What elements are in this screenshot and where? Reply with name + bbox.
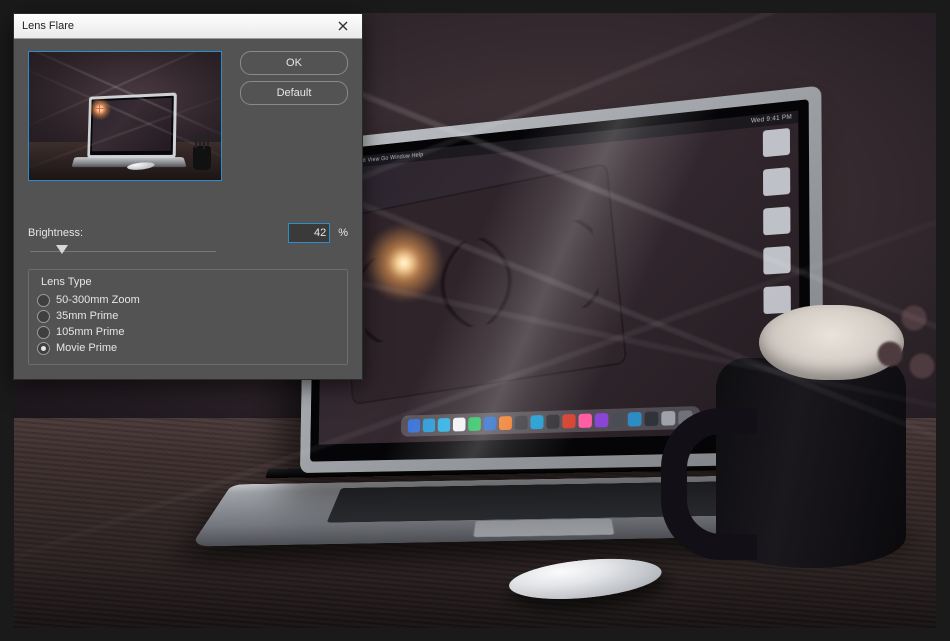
- close-icon: [338, 21, 348, 31]
- radio-icon: [37, 310, 50, 323]
- dialog-titlebar[interactable]: Lens Flare: [14, 14, 362, 39]
- lens-type-group: Lens Type 50-300mm Zoom 35mm Prime 105mm P…: [28, 269, 348, 365]
- lens-type-option[interactable]: Movie Prime: [37, 340, 339, 356]
- lens-type-option-label: 50-300mm Zoom: [56, 294, 140, 306]
- dialog-body: OK Default Brightness: % Lens Type 50-30…: [14, 39, 362, 379]
- brightness-slider-thumb[interactable]: [56, 245, 68, 254]
- laptop-trackpad: [473, 518, 615, 537]
- dialog-title: Lens Flare: [22, 20, 328, 32]
- lens-type-option[interactable]: 35mm Prime: [37, 308, 339, 324]
- brightness-slider[interactable]: [28, 245, 218, 259]
- percent-label: %: [338, 227, 348, 239]
- preview-scene: [29, 52, 221, 180]
- flare-preview[interactable]: [28, 51, 222, 181]
- brightness-label: Brightness:: [28, 227, 83, 239]
- close-button[interactable]: [328, 15, 358, 37]
- flare-center-crosshair[interactable]: [95, 104, 105, 114]
- lens-type-options: 50-300mm Zoom 35mm Prime 105mm Prime Movie …: [37, 292, 339, 356]
- lens-type-option[interactable]: 50-300mm Zoom: [37, 292, 339, 308]
- photo-plant: [866, 270, 936, 390]
- dialog-buttons: OK Default: [240, 51, 348, 105]
- lens-type-label: Lens Type: [37, 276, 96, 288]
- radio-icon: [37, 326, 50, 339]
- lens-type-option-label: 105mm Prime: [56, 326, 124, 338]
- radio-icon: [37, 342, 50, 355]
- lens-type-option-label: Movie Prime: [56, 342, 117, 354]
- page-root: Finder File Edit View Go Window Help Wed…: [0, 0, 950, 641]
- brightness-input[interactable]: [288, 223, 330, 243]
- ok-button[interactable]: OK: [240, 51, 348, 75]
- lens-type-option-label: 35mm Prime: [56, 310, 118, 322]
- radio-icon: [37, 294, 50, 307]
- lens-type-option[interactable]: 105mm Prime: [37, 324, 339, 340]
- default-button[interactable]: Default: [240, 81, 348, 105]
- brightness-row: Brightness: %: [28, 223, 348, 243]
- lens-flare-dialog: Lens Flare: [13, 13, 363, 380]
